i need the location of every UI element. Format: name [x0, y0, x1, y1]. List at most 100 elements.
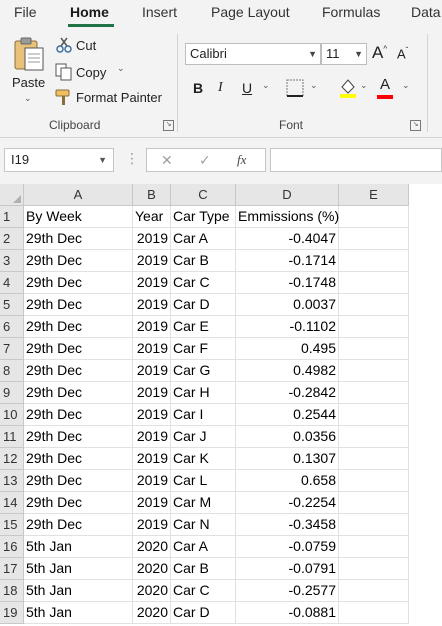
cell-e16[interactable]: [339, 536, 409, 558]
cell-e15[interactable]: [339, 514, 409, 536]
cell-d11[interactable]: 0.0356: [236, 426, 339, 448]
cell-e9[interactable]: [339, 382, 409, 404]
cell-b13[interactable]: 2019: [133, 470, 171, 492]
cell-e18[interactable]: [339, 580, 409, 602]
cell-b14[interactable]: 2019: [133, 492, 171, 514]
cell-a12[interactable]: 29th Dec: [24, 448, 133, 470]
cell-a16[interactable]: 5th Jan: [24, 536, 133, 558]
cell-a5[interactable]: 29th Dec: [24, 294, 133, 316]
cell-d1[interactable]: Emmissions (%): [236, 206, 339, 228]
cell-d13[interactable]: 0.658: [236, 470, 339, 492]
font-color-dropdown-chevron-icon[interactable]: ⌄: [402, 80, 410, 91]
cell-b11[interactable]: 2019: [133, 426, 171, 448]
cell-c14[interactable]: Car M: [171, 492, 236, 514]
cell-d14[interactable]: -0.2254: [236, 492, 339, 514]
cell-e13[interactable]: [339, 470, 409, 492]
cell-e10[interactable]: [339, 404, 409, 426]
fill-color-dropdown-chevron-icon[interactable]: ⌄: [360, 80, 368, 91]
cell-c8[interactable]: Car G: [171, 360, 236, 382]
row-header[interactable]: 11: [0, 426, 24, 448]
cell-e7[interactable]: [339, 338, 409, 360]
fill-color-icon[interactable]: [338, 77, 358, 104]
cell-d17[interactable]: -0.0791: [236, 558, 339, 580]
cell-e2[interactable]: [339, 228, 409, 250]
cell-b9[interactable]: 2019: [133, 382, 171, 404]
cancel-icon[interactable]: ✕: [161, 152, 173, 169]
font-size-select[interactable]: 11 ▼: [321, 43, 367, 65]
cut-icon[interactable]: [56, 37, 72, 58]
cell-e14[interactable]: [339, 492, 409, 514]
cell-e1[interactable]: [339, 206, 409, 228]
cell-e3[interactable]: [339, 250, 409, 272]
cell-a6[interactable]: 29th Dec: [24, 316, 133, 338]
increase-font-size-button[interactable]: A^: [372, 43, 387, 63]
cell-b5[interactable]: 2019: [133, 294, 171, 316]
cell-d3[interactable]: -0.1714: [236, 250, 339, 272]
cell-b10[interactable]: 2019: [133, 404, 171, 426]
cell-b7[interactable]: 2019: [133, 338, 171, 360]
cell-d16[interactable]: -0.0759: [236, 536, 339, 558]
row-header[interactable]: 12: [0, 448, 24, 470]
column-header-b[interactable]: B: [133, 184, 171, 206]
cell-e17[interactable]: [339, 558, 409, 580]
cell-e6[interactable]: [339, 316, 409, 338]
cell-e5[interactable]: [339, 294, 409, 316]
borders-icon[interactable]: [286, 79, 304, 102]
cell-c12[interactable]: Car K: [171, 448, 236, 470]
cell-b15[interactable]: 2019: [133, 514, 171, 536]
format-painter-icon[interactable]: [55, 88, 73, 111]
cell-d12[interactable]: 0.1307: [236, 448, 339, 470]
cell-c6[interactable]: Car E: [171, 316, 236, 338]
cell-c13[interactable]: Car L: [171, 470, 236, 492]
cell-c7[interactable]: Car F: [171, 338, 236, 360]
row-header[interactable]: 3: [0, 250, 24, 272]
cell-a2[interactable]: 29th Dec: [24, 228, 133, 250]
bold-button[interactable]: B: [193, 80, 203, 96]
row-header[interactable]: 17: [0, 558, 24, 580]
paste-icon[interactable]: [12, 36, 46, 77]
font-dialog-launcher-icon[interactable]: ↘: [410, 120, 421, 131]
cell-b12[interactable]: 2019: [133, 448, 171, 470]
cell-e11[interactable]: [339, 426, 409, 448]
tab-page-layout[interactable]: Page Layout: [211, 4, 290, 20]
paste-dropdown-chevron-icon[interactable]: ⌄: [24, 93, 32, 104]
cell-d6[interactable]: -0.1102: [236, 316, 339, 338]
column-header-d[interactable]: D: [236, 184, 339, 206]
column-header-c[interactable]: C: [171, 184, 236, 206]
cell-c18[interactable]: Car C: [171, 580, 236, 602]
cell-a15[interactable]: 29th Dec: [24, 514, 133, 536]
formula-input[interactable]: [270, 148, 442, 172]
cell-b3[interactable]: 2019: [133, 250, 171, 272]
tab-formulas[interactable]: Formulas: [322, 4, 380, 20]
row-header[interactable]: 19: [0, 602, 24, 624]
enter-icon[interactable]: ✓: [199, 152, 211, 169]
cell-b1[interactable]: Year: [133, 206, 171, 228]
row-header[interactable]: 6: [0, 316, 24, 338]
cell-b4[interactable]: 2019: [133, 272, 171, 294]
cell-a4[interactable]: 29th Dec: [24, 272, 133, 294]
row-header[interactable]: 2: [0, 228, 24, 250]
row-header[interactable]: 10: [0, 404, 24, 426]
borders-dropdown-chevron-icon[interactable]: ⌄: [310, 80, 318, 91]
cut-button[interactable]: Cut: [76, 38, 96, 53]
row-header[interactable]: 15: [0, 514, 24, 536]
cell-d5[interactable]: 0.0037: [236, 294, 339, 316]
tab-file[interactable]: File: [14, 4, 37, 20]
cell-b8[interactable]: 2019: [133, 360, 171, 382]
cell-c2[interactable]: Car A: [171, 228, 236, 250]
row-header[interactable]: 5: [0, 294, 24, 316]
tab-home[interactable]: Home: [70, 4, 109, 20]
formula-bar-grip-icon[interactable]: ⋮: [125, 150, 139, 167]
cell-c17[interactable]: Car B: [171, 558, 236, 580]
row-header[interactable]: 9: [0, 382, 24, 404]
cell-c10[interactable]: Car I: [171, 404, 236, 426]
cell-d10[interactable]: 0.2544: [236, 404, 339, 426]
cell-d18[interactable]: -0.2577: [236, 580, 339, 602]
cell-b17[interactable]: 2020: [133, 558, 171, 580]
select-all-button[interactable]: [0, 184, 24, 206]
cell-c16[interactable]: Car A: [171, 536, 236, 558]
cell-b2[interactable]: 2019: [133, 228, 171, 250]
row-header[interactable]: 14: [0, 492, 24, 514]
paste-button-label[interactable]: Paste: [12, 75, 45, 90]
cell-d2[interactable]: -0.4047: [236, 228, 339, 250]
